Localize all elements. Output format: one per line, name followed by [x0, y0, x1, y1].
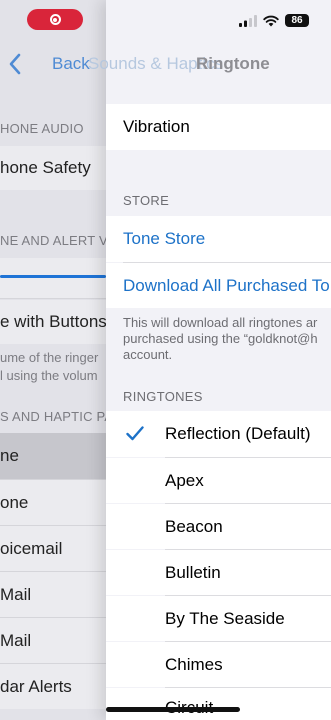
sound-row-label: Mail: [0, 630, 32, 650]
download-all-row[interactable]: Download All Purchased To: [106, 263, 331, 308]
ringtone-label: Bulletin: [165, 562, 221, 582]
sound-row-label: Mail: [0, 584, 32, 604]
store-footer-line2: purchased using the “goldknot@h: [123, 331, 318, 346]
ringtone-label: Chimes: [165, 654, 223, 674]
previous-page-sounds-haptics: HONE AUDIO hone Safety NE AND ALERT V e …: [0, 0, 106, 720]
page-title: Ringtone: [196, 54, 270, 73]
ringtone-row[interactable]: Beacon: [106, 504, 331, 549]
ringtone-row-selected[interactable]: Reflection (Default): [106, 411, 331, 457]
ringtone-row[interactable]: Circuit: [106, 688, 331, 720]
volume-slider-row[interactable]: [0, 258, 106, 298]
tone-store-row[interactable]: Tone Store: [106, 216, 331, 262]
headphone-safety-row[interactable]: hone Safety: [0, 146, 106, 190]
screen-recording-indicator[interactable]: [27, 9, 83, 30]
ringtone-row[interactable]: Bulletin: [106, 550, 331, 595]
volume-slider[interactable]: [0, 275, 106, 278]
sound-row-calendar-alerts[interactable]: dar Alerts: [0, 664, 106, 709]
ringtone-row[interactable]: By The Seaside: [106, 596, 331, 641]
status-icons: 86: [239, 14, 309, 27]
section-header-ringtones: RINGTONES: [123, 389, 203, 404]
volume-footer-line1: ume of the ringer: [0, 350, 99, 365]
sound-row-voicemail[interactable]: oicemail: [0, 526, 106, 571]
battery-icon: 86: [285, 14, 309, 27]
volume-footer-line2: l using the volum: [0, 368, 98, 383]
chevron-left-icon[interactable]: [8, 52, 22, 76]
vibration-label: Vibration: [123, 117, 190, 136]
back-button[interactable]: Back: [52, 54, 90, 74]
sound-row-label: oicemail: [0, 538, 63, 558]
battery-level: 86: [291, 15, 303, 26]
ringtone-label: Apex: [165, 470, 204, 490]
ringtone-row[interactable]: Chimes: [106, 642, 331, 687]
screen-recording-icon: [49, 14, 61, 25]
sound-row-new-mail[interactable]: Mail: [0, 572, 106, 617]
ringtone-label: Reflection (Default): [165, 424, 311, 443]
section-header-store: STORE: [123, 193, 170, 208]
wifi-icon: [263, 15, 279, 26]
section-header-sounds-haptic-patterns: S AND HAPTIC PA: [0, 409, 106, 424]
tone-store-link[interactable]: Tone Store: [123, 229, 205, 249]
sound-row-sent-mail[interactable]: Mail: [0, 618, 106, 663]
signal-icon: [239, 14, 257, 27]
sound-row-text-tone[interactable]: one: [0, 480, 106, 525]
divider: [0, 298, 106, 299]
store-footer-line1: This will download all ringtones ar: [123, 315, 318, 330]
sound-row-label: one: [0, 492, 29, 512]
headphone-safety-label: hone Safety: [0, 158, 91, 177]
download-all-purchased-link[interactable]: Download All Purchased To: [123, 276, 330, 296]
ringtone-label: By The Seaside: [165, 608, 285, 628]
sound-row-ringtone[interactable]: ne: [0, 433, 106, 479]
ringtone-row[interactable]: Apex: [106, 458, 331, 503]
home-indicator[interactable]: [106, 707, 240, 712]
ringtone-label: Beacon: [165, 516, 223, 536]
sound-row-label: ne: [0, 446, 19, 465]
store-footer-line3: account.: [123, 347, 173, 362]
ringtone-page: Vibration STORE Tone Store Download All …: [106, 0, 331, 720]
section-header-ringtone-alert-volume: NE AND ALERT V: [0, 233, 106, 248]
change-with-buttons-label: e with Buttons: [0, 312, 106, 331]
vibration-row[interactable]: Vibration: [106, 104, 331, 150]
store-footer-note: This will download all ringtones ar purc…: [123, 315, 331, 363]
change-with-buttons-row[interactable]: e with Buttons: [0, 300, 106, 344]
checkmark-icon: [126, 426, 144, 441]
volume-footer-note: ume of the ringer l using the volum: [0, 349, 98, 385]
section-header-headphone-audio: HONE AUDIO: [0, 121, 84, 136]
sound-row-label: dar Alerts: [0, 676, 72, 696]
